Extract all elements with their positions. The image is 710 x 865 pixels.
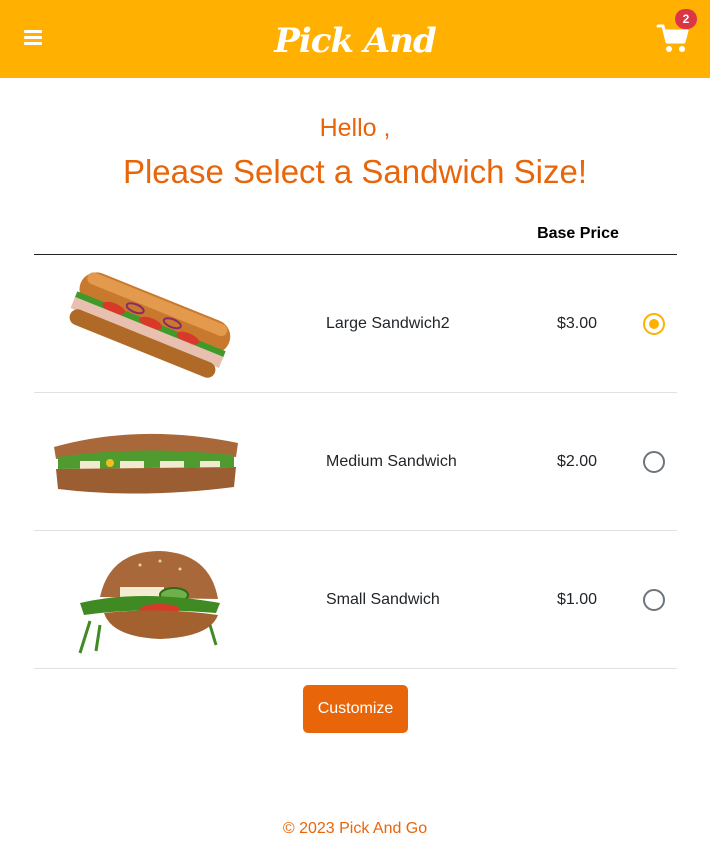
base-price-column-header: Base Price [537, 225, 619, 242]
sandwich-name: Small Sandwich [326, 591, 440, 608]
size-radio-large[interactable] [643, 313, 665, 335]
medium-sandwich-image [40, 403, 246, 521]
table-row[interactable]: Medium Sandwich $2.00 [34, 393, 677, 531]
table-row[interactable]: Large Sandwich2 $3.00 [34, 255, 677, 393]
cart-count-badge: 2 [675, 9, 697, 29]
small-sandwich-image [40, 541, 246, 659]
sandwich-price: $3.00 [556, 315, 598, 332]
customize-button[interactable]: Customize [303, 685, 408, 733]
navbar: Pick And Go 2 [0, 0, 710, 115]
size-radio-small[interactable] [643, 589, 665, 611]
size-radio-medium[interactable] [643, 451, 665, 473]
brand-logo[interactable]: Pick And Go [255, 14, 455, 115]
sandwich-price: $1.00 [556, 591, 598, 608]
brand-logo-text: Pick And Go [274, 21, 436, 115]
footer-copyright: © 2023 Pick And Go [282, 820, 428, 837]
hamburger-menu-icon[interactable] [24, 30, 42, 46]
greeting-text: Hello , [319, 114, 391, 142]
sandwich-name: Medium Sandwich [326, 453, 457, 470]
table-row[interactable]: Small Sandwich $1.00 [34, 531, 677, 669]
page-title: Please Select a Sandwich Size! [122, 153, 588, 190]
sandwich-name: Large Sandwich2 [326, 315, 450, 332]
large-sandwich-image [40, 265, 246, 383]
sandwich-price: $2.00 [556, 453, 598, 470]
